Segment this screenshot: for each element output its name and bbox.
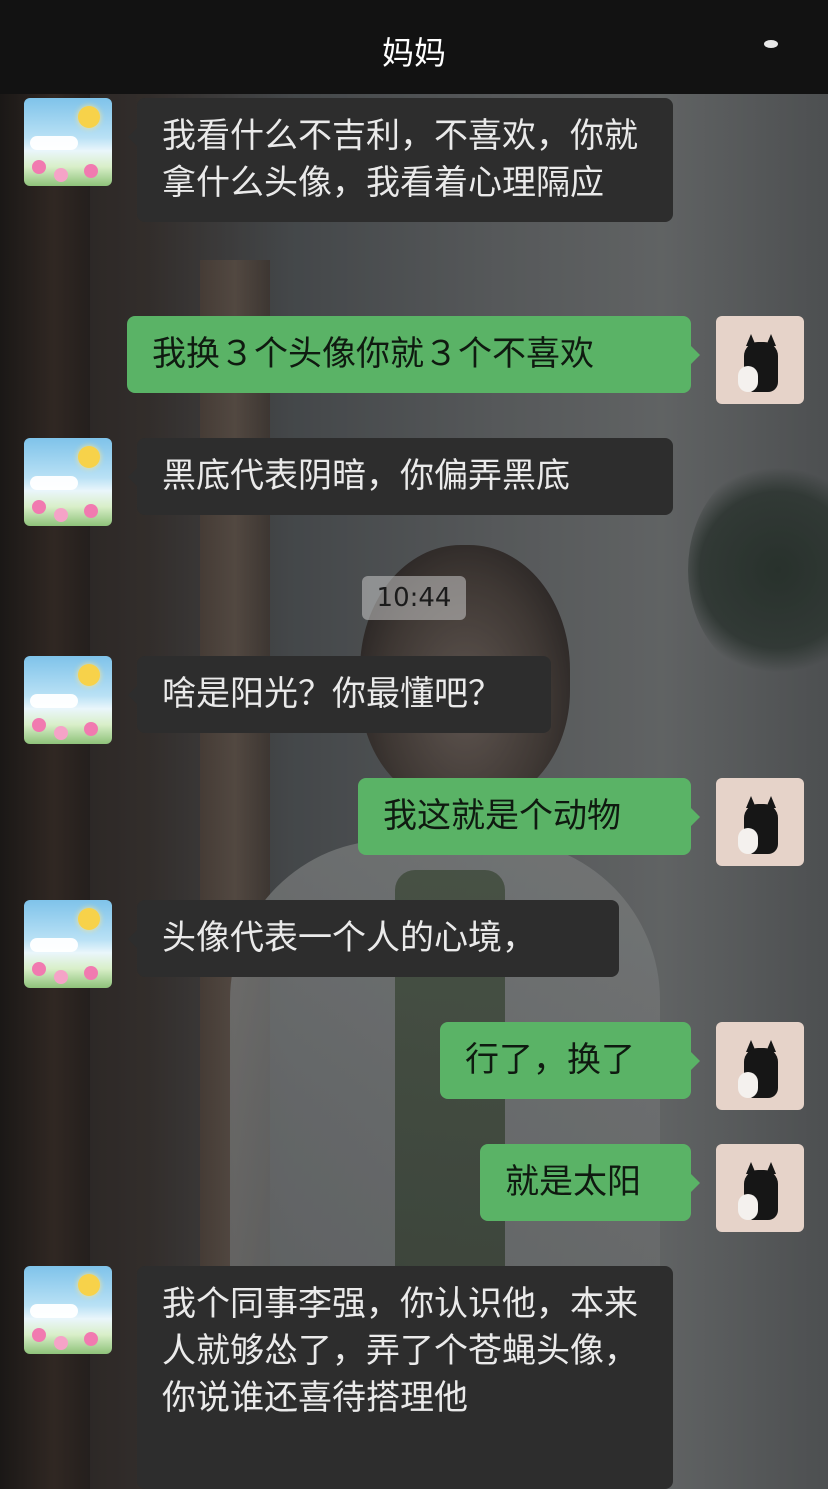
message-bubble[interactable]: 黑底代表阴暗，你偏弄黑底 [128,438,673,515]
message-bubble[interactable]: 我这就是个动物 [358,778,700,855]
timestamp: 10:44 [362,576,466,620]
contact-avatar[interactable] [24,438,112,526]
chat-title: 妈妈 [381,34,446,72]
message-bubble[interactable]: 啥是阳光？你最懂吧？ [128,656,551,733]
more-icon[interactable] [764,40,778,48]
message-bubble[interactable]: 行了，换了 [440,1022,700,1099]
message-bubble[interactable]: 我看什么不吉利，不喜欢，你就拿什么头像，我看着心理隔应 [128,98,673,222]
contact-avatar[interactable] [24,1266,112,1354]
message-bubble[interactable]: 就是太阳 [480,1144,700,1221]
contact-avatar[interactable] [24,656,112,744]
chat-header: 妈妈 [0,0,828,94]
contact-avatar[interactable] [24,98,112,186]
message-bubble[interactable]: 我个同事李强，你认识他，本来人就够怂了，弄了个苍蝇头像，你说谁还喜待搭理他 [137,1266,673,1489]
my-avatar[interactable] [716,1022,804,1110]
my-avatar[interactable] [716,1144,804,1232]
message-bubble[interactable]: 我换３个头像你就３个不喜欢 [127,316,700,393]
my-avatar[interactable] [716,778,804,866]
contact-avatar[interactable] [24,900,112,988]
my-avatar[interactable] [716,316,804,404]
message-bubble[interactable]: 头像代表一个人的心境， [128,900,619,977]
